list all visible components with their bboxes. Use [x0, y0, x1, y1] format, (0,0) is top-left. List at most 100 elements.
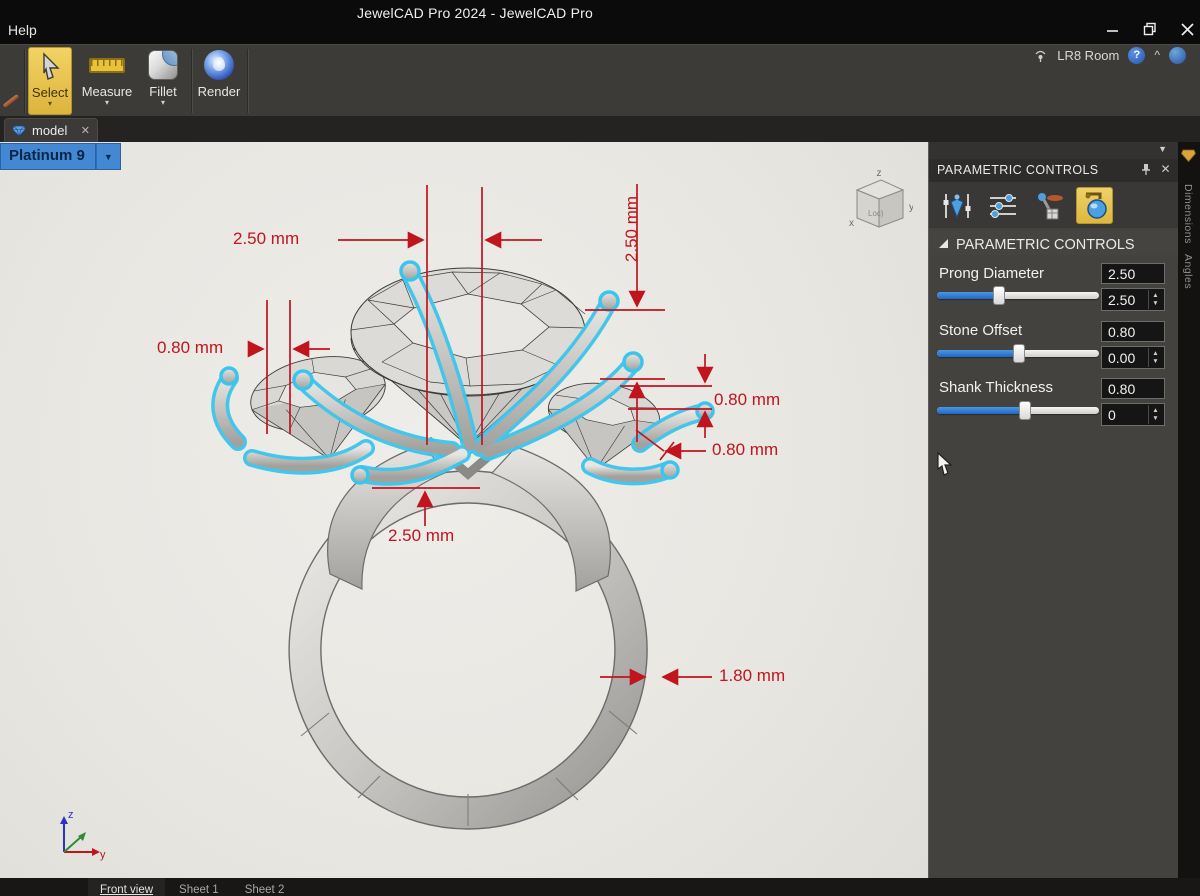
prong-diameter-spinner[interactable]: 2.50 ▲▼ — [1101, 288, 1165, 311]
viewport[interactable]: 2.50 mm 2.50 mm 0.80 mm 0.80 mm 0.80 mm … — [0, 142, 928, 878]
gem-icon — [12, 125, 26, 137]
shank-thickness-label: Shank Thickness — [939, 379, 1053, 396]
sliders-tool[interactable] — [984, 187, 1021, 224]
session-label: LR8 Room — [1057, 48, 1119, 63]
bottom-tab-front-view[interactable]: Front view — [88, 878, 165, 896]
material-value: Platinum 9 — [0, 143, 96, 170]
title-bar: JewelCAD Pro 2024 - JewelCAD Pro Help — [0, 0, 1200, 44]
stone-offset-spinner[interactable]: 0.00 ▲▼ — [1101, 346, 1165, 369]
chevron-down-icon[interactable]: ▼ — [1158, 146, 1167, 153]
spinner-down-icon[interactable]: ▼ — [1152, 300, 1158, 308]
spinner-down-icon[interactable]: ▼ — [1152, 415, 1158, 423]
chevron-down-icon: ▾ — [161, 99, 165, 106]
slider-thumb[interactable] — [1019, 401, 1031, 420]
chevron-up-icon[interactable]: ^ — [1154, 48, 1160, 62]
toolbar-separator — [247, 49, 248, 113]
ribbon-toolbar: it ▾ Select ▾ Measure ▾ Fillet ▾ Render — [0, 44, 1200, 116]
panel-close-icon[interactable]: ✕ — [1161, 162, 1171, 176]
prong-diameter-slider[interactable] — [937, 292, 1099, 299]
section-title: PARAMETRIC CONTROLS — [956, 237, 1135, 253]
parametric-controls-panel: ▼ PARAMETRIC CONTROLS ✕ — [928, 142, 1178, 878]
section-collapse-icon — [939, 239, 948, 248]
panel-mini-row: ▼ — [929, 142, 1179, 159]
application-window: JewelCAD Pro 2024 - JewelCAD Pro Help it… — [0, 0, 1200, 896]
dimension-label-stone-height: 2.50 mm — [622, 184, 642, 274]
tab-label: model — [32, 123, 67, 138]
viewcube-x-label: x — [849, 218, 854, 229]
fillet-icon — [148, 47, 178, 83]
toolbar-separator — [24, 49, 25, 113]
ring-model — [0, 142, 928, 878]
triad-z-label: z — [68, 809, 74, 821]
gem-badge-icon — [1181, 149, 1196, 163]
dimension-label-left-offset: 0.80 mm — [157, 338, 223, 358]
stone-offset-slider[interactable] — [937, 350, 1099, 357]
chevron-down-icon: ▾ — [48, 100, 52, 107]
help-badge-icon[interactable]: ? — [1128, 47, 1145, 64]
bottom-tab-sheet2[interactable]: Sheet 2 — [233, 878, 297, 896]
gem-sliders-tool[interactable] — [938, 187, 975, 224]
render-gem-icon — [204, 47, 234, 83]
document-tab-model[interactable]: model ✕ — [4, 118, 98, 142]
edge-tab-dimensions[interactable]: Dimensions — [1182, 184, 1194, 244]
sheet-tab-bar: Front view Sheet 1 Sheet 2 — [0, 878, 1200, 896]
stone-offset-label: Stone Offset — [939, 322, 1022, 339]
shank-thickness-value[interactable]: 0.80 — [1101, 378, 1165, 399]
restore-button[interactable] — [1143, 22, 1157, 36]
window-title: JewelCAD Pro 2024 - JewelCAD Pro — [0, 5, 950, 21]
spinner-up-icon[interactable]: ▲ — [1152, 407, 1158, 415]
dimension-label-right-lower: 0.80 mm — [712, 440, 778, 460]
pin-icon[interactable] — [1141, 163, 1151, 176]
viewcube-face-label: Loc) — [868, 209, 884, 218]
fillet-label: Fillet — [149, 85, 176, 99]
panel-header: PARAMETRIC CONTROLS ✕ — [929, 159, 1179, 182]
render-label: Render — [198, 85, 241, 99]
session-row: LR8 Room ? ^ — [1033, 44, 1186, 66]
viewcube-y-label: y — [909, 202, 913, 213]
ruler-icon — [89, 47, 125, 83]
broadcast-icon — [1033, 47, 1048, 63]
slider-thumb[interactable] — [1013, 344, 1025, 363]
stone-offset-value[interactable]: 0.80 — [1101, 321, 1165, 342]
minimize-button[interactable] — [1106, 23, 1119, 36]
chevron-down-icon[interactable]: ▼ — [96, 143, 121, 170]
spinner-down-icon[interactable]: ▼ — [1152, 358, 1158, 366]
axis-triad: z y — [50, 806, 108, 871]
close-button[interactable] — [1181, 23, 1194, 36]
dimension-label-top-width: 2.50 mm — [233, 229, 299, 249]
edge-tab-angles[interactable]: Angles — [1182, 254, 1194, 289]
account-icon[interactable] — [1169, 47, 1186, 64]
viewcube-z-label: z — [877, 168, 882, 179]
measure-button[interactable]: Measure ▾ — [79, 47, 135, 115]
brush-icon — [3, 94, 20, 108]
spinner-up-icon[interactable]: ▲ — [1152, 350, 1158, 358]
tab-close-icon[interactable]: ✕ — [81, 124, 90, 137]
toolbar-separator — [191, 49, 192, 113]
fillet-button[interactable]: Fillet ▾ — [140, 47, 186, 115]
dimension-label-shank: 1.80 mm — [719, 666, 785, 686]
section-header[interactable]: PARAMETRIC CONTROLS — [929, 230, 1179, 255]
select-button[interactable]: Select ▾ — [28, 47, 72, 115]
spinner-up-icon[interactable]: ▲ — [1152, 292, 1158, 300]
menu-help[interactable]: Help — [2, 20, 43, 40]
shank-thickness-spinner[interactable]: 0 ▲▼ — [1101, 403, 1165, 426]
panel-toolbar — [929, 182, 1179, 228]
dimension-label-collet: 2.50 mm — [388, 526, 454, 546]
view-cube[interactable]: z y x Loc) — [843, 164, 913, 247]
shank-thickness-slider[interactable] — [937, 407, 1099, 414]
parametric-tool-active[interactable] — [1076, 187, 1113, 224]
render-button[interactable]: Render — [195, 47, 243, 115]
edge-tab-strip: Dimensions Angles — [1178, 142, 1200, 878]
slider-thumb[interactable] — [993, 286, 1005, 305]
chevron-down-icon: ▾ — [105, 99, 109, 106]
measure-label: Measure — [82, 85, 133, 99]
measure-tool[interactable] — [1030, 187, 1067, 224]
cursor-icon — [38, 48, 62, 84]
dimension-label-right-upper: 0.80 mm — [714, 390, 780, 410]
bottom-tab-sheet1[interactable]: Sheet 1 — [167, 878, 231, 896]
material-dropdown[interactable]: Platinum 9 ▼ — [0, 143, 121, 170]
panel-title: PARAMETRIC CONTROLS — [937, 163, 1099, 177]
prong-diameter-value[interactable]: 2.50 — [1101, 263, 1165, 284]
triad-y-label: y — [100, 849, 106, 861]
mouse-cursor — [936, 452, 954, 481]
